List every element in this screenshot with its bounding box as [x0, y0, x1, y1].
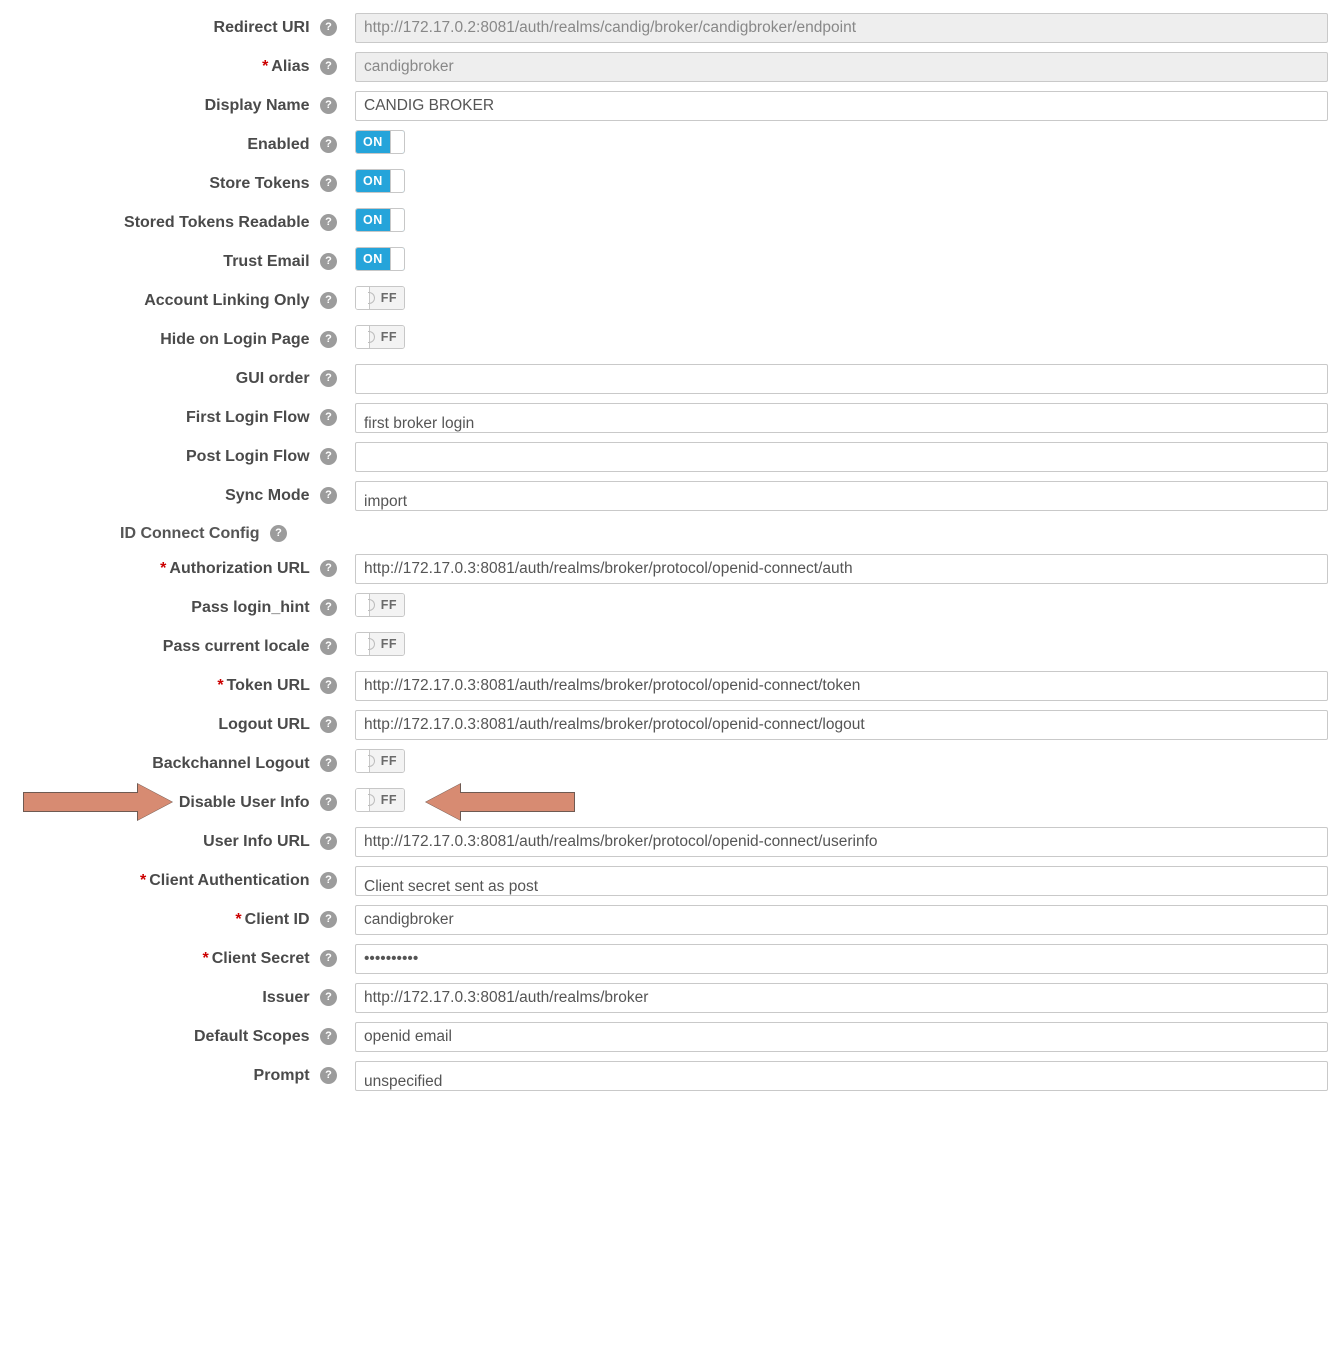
- required-marker: *: [160, 560, 166, 577]
- label-account-linking-only: Account Linking Only ?: [0, 292, 345, 310]
- required-marker: *: [235, 911, 241, 928]
- help-icon[interactable]: ?: [320, 1028, 337, 1045]
- annotation-arrow-left-icon: [425, 784, 575, 820]
- help-icon[interactable]: ?: [320, 794, 337, 811]
- help-icon[interactable]: ?: [320, 487, 337, 504]
- help-icon[interactable]: ?: [320, 833, 337, 850]
- post-login-flow-select[interactable]: [355, 442, 1328, 472]
- help-icon[interactable]: ?: [320, 560, 337, 577]
- backchannel-logout-toggle[interactable]: ON FF: [355, 749, 405, 773]
- gui-order-input[interactable]: [355, 364, 1328, 394]
- help-icon[interactable]: ?: [320, 1067, 337, 1084]
- help-icon[interactable]: ?: [270, 525, 287, 542]
- stored-tokens-readable-toggle[interactable]: ON FF: [355, 208, 405, 232]
- help-icon[interactable]: ?: [320, 599, 337, 616]
- oidc-config-section-header: ID Connect Config ?: [0, 515, 1341, 549]
- help-icon[interactable]: ?: [320, 448, 337, 465]
- required-marker: *: [262, 58, 268, 75]
- store-tokens-toggle[interactable]: ON FF: [355, 169, 405, 193]
- client-id-input[interactable]: [355, 905, 1328, 935]
- identity-provider-form: Redirect URI ? *Alias ? Display Name ? E…: [0, 0, 1341, 1095]
- label-sync-mode: Sync Mode ?: [0, 487, 345, 505]
- client-secret-input[interactable]: [355, 944, 1328, 974]
- default-scopes-input[interactable]: [355, 1022, 1328, 1052]
- label-display-name: Display Name ?: [0, 97, 345, 115]
- help-icon[interactable]: ?: [320, 175, 337, 192]
- display-name-input[interactable]: [355, 91, 1328, 121]
- sync-mode-select[interactable]: import: [355, 481, 1328, 511]
- disable-user-info-toggle[interactable]: ON FF: [355, 788, 405, 812]
- label-client-secret: *Client Secret ?: [0, 950, 345, 968]
- help-icon[interactable]: ?: [320, 677, 337, 694]
- alias-input: [355, 52, 1328, 82]
- help-icon[interactable]: ?: [320, 716, 337, 733]
- required-marker: *: [140, 872, 146, 889]
- label-disable-user-info: Disable User Info ?: [0, 794, 345, 812]
- label-enabled: Enabled ?: [0, 136, 345, 154]
- label-store-tokens: Store Tokens ?: [0, 175, 345, 193]
- label-authorization-url: *Authorization URL ?: [0, 560, 345, 578]
- label-post-login-flow: Post Login Flow ?: [0, 448, 345, 466]
- label-first-login-flow: First Login Flow ?: [0, 409, 345, 427]
- help-icon[interactable]: ?: [320, 370, 337, 387]
- pass-login-hint-toggle[interactable]: ON FF: [355, 593, 405, 617]
- label-trust-email: Trust Email ?: [0, 253, 345, 271]
- help-icon[interactable]: ?: [320, 755, 337, 772]
- label-alias: *Alias ?: [0, 58, 345, 76]
- enabled-toggle[interactable]: ON FF: [355, 130, 405, 154]
- label-client-id: *Client ID ?: [0, 911, 345, 929]
- issuer-input[interactable]: [355, 983, 1328, 1013]
- first-login-flow-select[interactable]: first broker login: [355, 403, 1328, 433]
- help-icon[interactable]: ?: [320, 136, 337, 153]
- prompt-select[interactable]: unspecified: [355, 1061, 1328, 1091]
- pass-current-locale-toggle[interactable]: ON FF: [355, 632, 405, 656]
- label-pass-current-locale: Pass current locale ?: [0, 638, 345, 656]
- help-icon[interactable]: ?: [320, 19, 337, 36]
- help-icon[interactable]: ?: [320, 950, 337, 967]
- help-icon[interactable]: ?: [320, 58, 337, 75]
- label-stored-tokens-readable: Stored Tokens Readable ?: [0, 214, 345, 232]
- account-linking-only-toggle[interactable]: ON FF: [355, 286, 405, 310]
- label-logout-url: Logout URL ?: [0, 716, 345, 734]
- help-icon[interactable]: ?: [320, 253, 337, 270]
- required-marker: *: [203, 950, 209, 967]
- hide-on-login-page-toggle[interactable]: ON FF: [355, 325, 405, 349]
- trust-email-toggle[interactable]: ON FF: [355, 247, 405, 271]
- help-icon[interactable]: ?: [320, 638, 337, 655]
- help-icon[interactable]: ?: [320, 911, 337, 928]
- label-backchannel-logout: Backchannel Logout ?: [0, 755, 345, 773]
- help-icon[interactable]: ?: [320, 292, 337, 309]
- redirect-uri-input: [355, 13, 1328, 43]
- token-url-input[interactable]: [355, 671, 1328, 701]
- logout-url-input[interactable]: [355, 710, 1328, 740]
- label-issuer: Issuer ?: [0, 989, 345, 1007]
- user-info-url-input[interactable]: [355, 827, 1328, 857]
- help-icon[interactable]: ?: [320, 97, 337, 114]
- label-gui-order: GUI order ?: [0, 370, 345, 388]
- help-icon[interactable]: ?: [320, 331, 337, 348]
- label-redirect-uri: Redirect URI ?: [0, 19, 345, 37]
- label-hide-on-login-page: Hide on Login Page ?: [0, 331, 345, 349]
- authorization-url-input[interactable]: [355, 554, 1328, 584]
- label-prompt: Prompt ?: [0, 1067, 345, 1085]
- label-default-scopes: Default Scopes ?: [0, 1028, 345, 1046]
- label-client-authentication: *Client Authentication ?: [0, 872, 345, 890]
- help-icon[interactable]: ?: [320, 989, 337, 1006]
- help-icon[interactable]: ?: [320, 872, 337, 889]
- label-user-info-url: User Info URL ?: [0, 833, 345, 851]
- required-marker: *: [217, 677, 223, 694]
- help-icon[interactable]: ?: [320, 409, 337, 426]
- label-token-url: *Token URL ?: [0, 677, 345, 695]
- label-pass-login-hint: Pass login_hint ?: [0, 599, 345, 617]
- help-icon[interactable]: ?: [320, 214, 337, 231]
- client-authentication-select[interactable]: Client secret sent as post: [355, 866, 1328, 896]
